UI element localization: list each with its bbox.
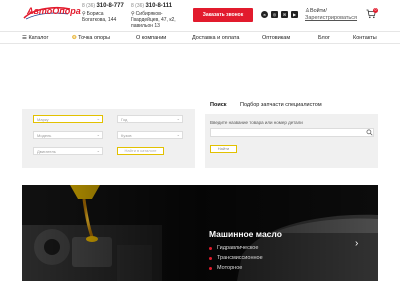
- nav-catalog[interactable]: ☰ Каталог: [22, 35, 48, 41]
- part-search-label: Введите название товара или номер детали: [210, 120, 303, 125]
- promo-banner[interactable]: [22, 185, 378, 281]
- tab-specialist[interactable]: Подбор запчасти специалистом: [240, 102, 322, 108]
- callback-button[interactable]: Заказать звонок: [193, 8, 253, 22]
- engine-select[interactable]: Двигатель: [33, 147, 103, 155]
- chevron-right-icon[interactable]: ›: [355, 238, 358, 249]
- phone-block-1: 8 (36) 310-8-777 ⚲Бориса Богаткова, 144: [82, 3, 127, 23]
- nav-point[interactable]: ❂ Точка опоры: [72, 35, 110, 41]
- header: АвтоОпора 8 (36) 310-8-777 ⚲Бориса Богат…: [0, 0, 400, 30]
- banner-title: Машинное масло: [209, 229, 282, 239]
- part-search-input[interactable]: [210, 128, 374, 137]
- banner-bullet: Гидравлическое: [209, 243, 263, 253]
- phone-code: 8 (36): [131, 3, 145, 9]
- banner-bullet: Моторное: [209, 263, 263, 273]
- phone-block-2: 8 (36) 310-8-111 ⚲Сибиряков-Гвардейцев, …: [131, 3, 189, 29]
- vk-icon[interactable]: в: [261, 11, 268, 18]
- tab-search[interactable]: Поиск: [210, 102, 227, 108]
- main-nav: ☰ Каталог ❂ Точка опоры О компании Доста…: [0, 31, 400, 44]
- banner-image: [22, 185, 378, 281]
- phone-number[interactable]: 310-8-111: [145, 3, 172, 9]
- instagram-icon[interactable]: ◎: [271, 11, 278, 18]
- register-link[interactable]: Зарегистрироваться: [305, 15, 357, 22]
- nav-wholesale[interactable]: Оптовикам: [262, 35, 290, 41]
- body-select[interactable]: Кузов: [117, 131, 183, 139]
- nav-label: Каталог: [28, 35, 49, 41]
- find-button[interactable]: Найти: [210, 145, 237, 153]
- social-links: в ◎ ✉ ▶: [261, 11, 298, 18]
- banner-bullets: Гидравлическое Трансмиссионное Моторное: [209, 243, 263, 273]
- nav-blog[interactable]: Блог: [318, 35, 330, 41]
- address: Сибиряков-Гвардейцев, 47, к2, павильон 1…: [131, 11, 176, 29]
- phone-code: 8 (36): [82, 3, 96, 9]
- nav-delivery[interactable]: Доставка и оплата: [192, 35, 239, 41]
- find-in-catalog-button[interactable]: Найти в каталоге: [117, 147, 164, 155]
- banner-bullet: Трансмиссионное: [209, 253, 263, 263]
- model-select[interactable]: Модель: [33, 131, 103, 139]
- search-icon[interactable]: [366, 129, 373, 136]
- make-select[interactable]: Марку: [33, 115, 103, 123]
- nav-contacts[interactable]: Контакты: [353, 35, 377, 41]
- mail-icon[interactable]: ✉: [281, 11, 288, 18]
- address: Бориса Богаткова, 144: [82, 11, 117, 23]
- youtube-icon[interactable]: ▶: [291, 11, 298, 18]
- year-select[interactable]: Год: [117, 115, 183, 123]
- nav-about[interactable]: О компании: [136, 35, 166, 41]
- cart-count-badge: 0: [373, 8, 378, 13]
- login-block: ♙Войти/ Зарегистрироваться: [305, 8, 357, 22]
- logo-text[interactable]: АвтоОпора: [27, 6, 81, 16]
- nav-label: Точка опоры: [78, 35, 111, 41]
- login-link[interactable]: Войти/: [310, 8, 327, 14]
- phone-number[interactable]: 310-8-777: [96, 3, 123, 9]
